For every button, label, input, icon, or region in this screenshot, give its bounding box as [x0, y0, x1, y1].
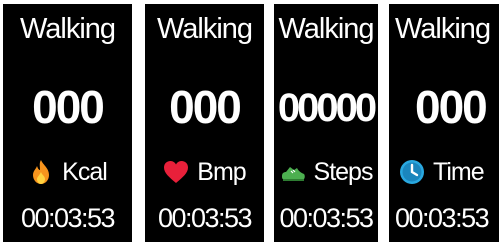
unit-label: Steps	[313, 157, 374, 186]
time-value: 000	[415, 81, 488, 133]
elapsed-time: 00:03:53	[157, 203, 253, 233]
clock-icon	[400, 160, 424, 184]
activity-title: Walking	[156, 13, 253, 45]
elapsed-time: 00:03:53	[20, 203, 116, 233]
steps-screen: Walking 00000 Steps 00:03:53	[274, 4, 378, 242]
heart-rate-screen: Walking 000 Bmp 00:03:53	[145, 4, 264, 242]
fire-icon	[33, 160, 50, 184]
elapsed-time: 00:03:53	[395, 203, 490, 233]
activity-title: Walking	[278, 13, 374, 45]
unit-label: Bmp	[197, 157, 246, 186]
unit-row: Steps	[274, 154, 378, 190]
activity-title: Walking	[19, 13, 116, 45]
activity-title: Walking	[395, 13, 491, 45]
time-screen: Walking 000 Time 00:03:53	[389, 4, 499, 242]
unit-row: Bmp	[145, 154, 264, 190]
unit-row: Kcal	[3, 154, 132, 190]
sneaker-icon	[281, 167, 305, 181]
heart-icon	[164, 161, 189, 183]
kcal-value: 000	[32, 81, 105, 133]
unit-row: Time	[399, 154, 499, 190]
unit-label: Kcal	[62, 157, 108, 186]
bpm-value: 000	[169, 81, 242, 133]
unit-label: Time	[433, 157, 485, 186]
steps-value: 00000	[277, 86, 377, 130]
elapsed-time: 00:03:53	[279, 203, 374, 233]
kcal-screen: Walking 000 Kcal 00:03:53	[3, 4, 132, 242]
